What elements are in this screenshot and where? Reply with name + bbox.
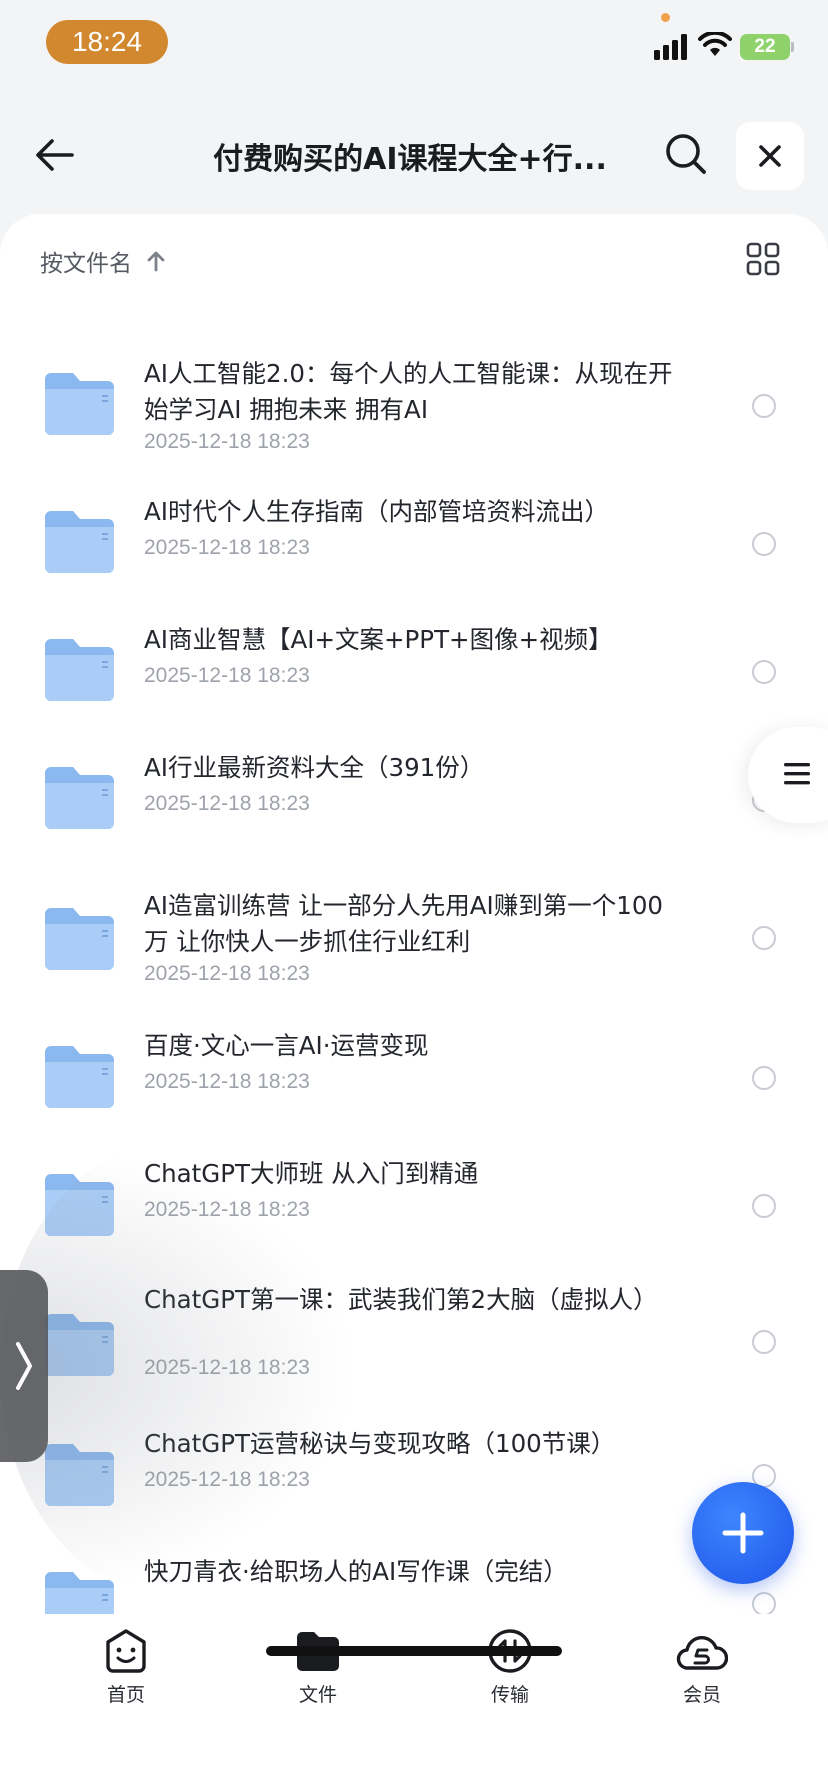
arrow-left-icon — [36, 139, 74, 171]
folder-icon — [45, 1046, 114, 1108]
file-name: ChatGPT大师班 从入门到精通 — [144, 1159, 479, 1188]
privacy-indicator-dot — [661, 13, 670, 22]
folder-icon — [45, 1174, 114, 1236]
search-icon — [666, 134, 706, 174]
close-icon — [759, 145, 781, 167]
file-date: 2025-12-18 18:23 — [144, 1468, 310, 1491]
select-radio[interactable] — [752, 926, 776, 950]
status-time: 18:24 — [46, 20, 168, 64]
select-radio[interactable] — [752, 1330, 776, 1354]
file-name: 快刀青衣·给职场人的AI写作课（完结） — [144, 1557, 568, 1586]
folder-icon — [45, 511, 114, 573]
home-smile-icon — [106, 1629, 146, 1673]
chevron-right-icon — [16, 1342, 32, 1390]
file-name: AI人工智能2.0：每个人的人工智能课：从现在开始学习AI 拥抱未来 拥有AI — [144, 359, 673, 424]
file-date: 2025-12-18 18:23 — [144, 664, 310, 687]
tab-files[interactable]: 文件 — [268, 1628, 368, 1707]
tab-transfer[interactable]: 传输 — [460, 1628, 560, 1707]
select-radio[interactable] — [752, 532, 776, 556]
file-date: 2025-12-18 18:23 — [144, 536, 310, 559]
tab-vip[interactable]: 会员 — [652, 1628, 752, 1707]
bottom-tab-bar: 首页 文件 传输 会员 — [0, 1614, 828, 1792]
tab-home[interactable]: 首页 — [76, 1628, 176, 1707]
file-name: ChatGPT运营秘诀与变现攻略（100节课） — [144, 1429, 616, 1458]
file-list-card: 按文件名 AI人工智能2.0：每个人的人工智能课：从现在开始学习AI 拥抱未来 … — [0, 214, 828, 1634]
sort-label: 按文件名 — [40, 251, 132, 277]
status-bar: 18:24 22 — [0, 0, 828, 90]
file-name: 百度·文心一言AI·运营变现 — [144, 1031, 429, 1060]
battery-indicator: 22 — [740, 34, 790, 60]
add-button[interactable] — [692, 1482, 794, 1584]
search-button[interactable] — [664, 132, 714, 182]
folder-icon — [45, 1444, 114, 1506]
folder-icon — [45, 373, 114, 435]
signal-icon — [654, 34, 687, 60]
folder-icon — [45, 1314, 114, 1376]
file-name: AI造富训练营 让一部分人先用AI赚到第一个100万 让你快人一步抓住行业红利 — [144, 891, 664, 956]
file-date: 2025-12-18 18:23 — [144, 1070, 310, 1093]
file-date: 2025-12-18 18:23 — [144, 430, 310, 453]
select-radio[interactable] — [752, 1194, 776, 1218]
file-name: AI时代个人生存指南（内部管培资料流出） — [144, 497, 609, 526]
menu-lines-icon — [784, 763, 810, 785]
nav-header: 付费购买的AI课程大全+行... — [0, 110, 828, 200]
page-title: 付费购买的AI课程大全+行... — [213, 142, 607, 177]
select-radio[interactable] — [752, 394, 776, 418]
battery-tip — [791, 42, 794, 52]
battery-level: 22 — [754, 36, 776, 57]
tab-label: 文件 — [298, 1684, 337, 1706]
home-indicator[interactable] — [266, 1646, 562, 1656]
file-name: ChatGPT第一课：武装我们第2大脑（虚拟人） — [144, 1285, 658, 1314]
file-name: AI商业智慧【AI+文案+PPT+图像+视频】 — [144, 625, 613, 654]
wifi-icon — [698, 32, 732, 56]
file-name: AI行业最新资料大全（391份） — [144, 753, 485, 782]
plus-icon — [722, 1512, 764, 1554]
sort-control[interactable]: 按文件名 — [40, 244, 166, 278]
close-button[interactable] — [736, 122, 804, 190]
tab-label: 首页 — [106, 1684, 145, 1706]
cloud-vip-icon — [676, 1636, 728, 1670]
grid-view-button[interactable] — [746, 242, 788, 284]
select-radio[interactable] — [752, 1066, 776, 1090]
folder-icon — [45, 908, 114, 970]
back-button[interactable] — [30, 130, 80, 180]
folder-icon — [45, 767, 114, 829]
folder-icon — [45, 639, 114, 701]
file-date: 2025-12-18 18:23 — [144, 792, 310, 815]
arrow-up-icon — [147, 251, 165, 272]
tab-label: 会员 — [682, 1684, 721, 1706]
file-date: 2025-12-18 18:23 — [144, 1198, 310, 1221]
file-date: 2025-12-18 18:23 — [144, 1356, 310, 1379]
file-date: 2025-12-18 18:23 — [144, 962, 310, 985]
tab-label: 传输 — [490, 1684, 529, 1706]
select-radio[interactable] — [752, 660, 776, 684]
select-radio[interactable] — [752, 1592, 776, 1616]
side-drawer-handle[interactable] — [0, 1270, 48, 1462]
grid-view-icon — [746, 242, 780, 276]
